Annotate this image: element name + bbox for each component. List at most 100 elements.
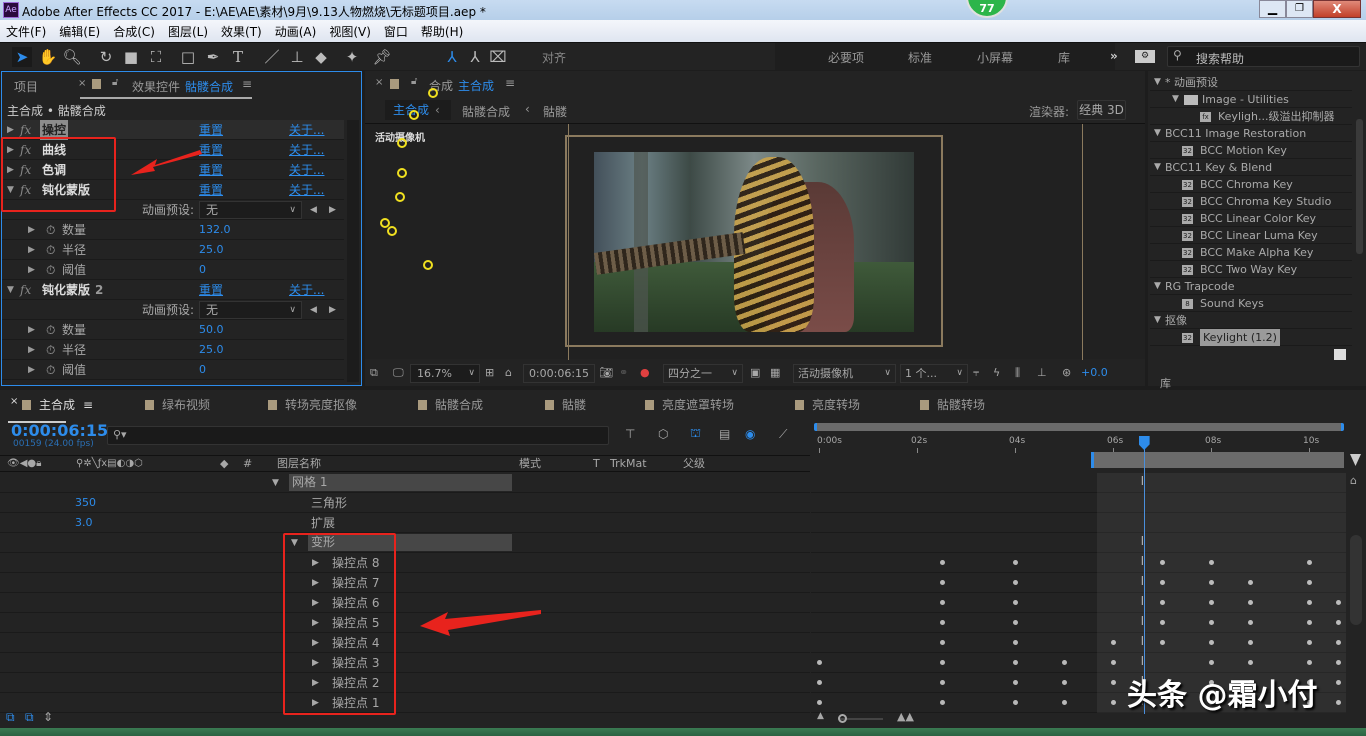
exposure-value[interactable]: +0.0 — [1081, 363, 1108, 383]
param-value[interactable]: 25.0 — [199, 240, 224, 260]
stopwatch-icon[interactable]: ⏱︎ — [46, 320, 55, 340]
reset-exposure-icon[interactable]: ⊛ — [1062, 363, 1071, 383]
menu-view[interactable]: 视图(V) — [323, 20, 378, 40]
notification-badge[interactable]: 77 — [966, 0, 1008, 18]
param-value[interactable]: 0 — [199, 260, 206, 280]
menu-composition[interactable]: 合成(C) — [107, 20, 162, 40]
property-row[interactable]: ▼ 变形 — [0, 533, 810, 553]
channel-icon[interactable]: ● — [640, 363, 650, 383]
zoom-out-icon[interactable]: ▲ — [817, 711, 824, 721]
preset-item[interactable]: 32 BCC Make Alpha Key — [1150, 244, 1352, 261]
close-tab-icon[interactable]: × — [10, 396, 18, 407]
selection-tool-icon[interactable]: ➤ — [12, 47, 32, 67]
menu-edit[interactable]: 编辑(E) — [53, 20, 107, 40]
expand-arrow-icon[interactable]: ▼ — [1154, 74, 1161, 91]
grid-icon[interactable]: ⊞ — [485, 363, 494, 383]
timeline-end-marker[interactable] — [1350, 454, 1361, 466]
keyframe[interactable] — [1062, 700, 1067, 705]
about-link[interactable]: 关于... — [289, 180, 324, 200]
show-snapshot-icon[interactable]: ⚭ — [619, 363, 628, 383]
menu-animation[interactable]: 动画(A) — [269, 20, 324, 40]
collapse-arrow-icon[interactable]: ▼ — [272, 473, 279, 493]
flowchart-icon[interactable]: ⊥ — [1037, 363, 1047, 383]
preset-item[interactable]: ▼ Image - Utilities — [1150, 91, 1352, 108]
view-axis-icon[interactable]: ⌧ — [488, 47, 508, 67]
comp-viewer[interactable]: 活动摄像机 — [365, 88, 1145, 360]
param-value[interactable]: 25.0 — [199, 340, 224, 360]
timeline-tab[interactable]: × 主合成 ≡ — [10, 396, 93, 413]
param-value[interactable]: 0 — [199, 360, 206, 380]
keyframe[interactable] — [1013, 560, 1018, 565]
pan-behind-tool-icon[interactable]: ⛶ — [146, 47, 166, 67]
panel-menu-icon[interactable]: ≡ — [505, 76, 515, 90]
puppet-pin[interactable] — [387, 226, 397, 236]
expand-arrow-icon[interactable]: ▼ — [1172, 91, 1179, 108]
param-value[interactable]: 132.0 — [199, 220, 231, 240]
keyframe[interactable] — [939, 600, 945, 605]
timeline-icon[interactable]: ⫼ — [1015, 363, 1020, 383]
reset-link[interactable]: 重置 — [199, 120, 223, 140]
collapse-arrow-icon[interactable]: ▼ — [7, 280, 14, 300]
brush-tool-icon[interactable]: ／ — [262, 47, 282, 67]
toggle-modes-icon[interactable]: ⧉ — [25, 710, 34, 725]
about-link[interactable]: 关于... — [289, 140, 324, 160]
keyframe[interactable] — [1013, 680, 1018, 685]
puppet-pin-row[interactable]: ▶ 操控点 2 — [0, 673, 810, 693]
preset-group[interactable]: ▼ BCC11 Key & Blend — [1150, 159, 1352, 176]
param-row[interactable]: ▶ ⏱︎ 阈值 0 — [2, 260, 344, 280]
property-value[interactable]: 350 — [75, 493, 96, 513]
hand-tool-icon[interactable]: ✋ — [38, 47, 58, 67]
menu-window[interactable]: 窗口 — [378, 20, 415, 40]
preset-item[interactable]: 32 BCC Linear Luma Key — [1150, 227, 1352, 244]
workspace-more-button[interactable]: » — [1110, 49, 1118, 63]
keyframe[interactable] — [939, 580, 945, 585]
reset-link[interactable]: 重置 — [199, 180, 223, 200]
close-tab-icon[interactable]: × — [78, 78, 86, 89]
breadcrumb-item[interactable]: 骷髅合成 — [462, 103, 510, 120]
about-link[interactable]: 关于... — [289, 160, 324, 180]
comp-button-icon[interactable]: ⌂ — [1350, 474, 1357, 487]
property-row[interactable]: 350 三角形 — [0, 493, 810, 513]
shy-layers-icon[interactable]: ⛫ — [690, 426, 701, 442]
renderer-button[interactable]: 经典 3D — [1077, 100, 1126, 120]
param-row[interactable]: ▶ ⏱︎ 数量 50.0 — [2, 320, 344, 340]
new-preset-icon[interactable] — [1334, 349, 1346, 360]
layer-search-input[interactable]: ⚲▾ — [107, 426, 609, 445]
preset-item[interactable]: 8 Sound Keys — [1150, 295, 1352, 312]
comp-flowchart-icon[interactable]: ⊤ — [625, 427, 635, 441]
close-tab-icon[interactable]: × — [375, 77, 383, 88]
layer-bar-range[interactable] — [1091, 452, 1344, 468]
timeline-tab[interactable]: 绿布视频 — [145, 396, 210, 413]
keyframe[interactable] — [817, 700, 822, 705]
zoom-in-icon[interactable]: ▲▲ — [897, 710, 914, 723]
timeline-zoom-slider[interactable] — [838, 714, 883, 723]
timeline-tab[interactable]: 亮度遮罩转场 — [645, 396, 734, 413]
work-area-bar[interactable] — [814, 423, 1344, 431]
keyframe[interactable] — [1062, 660, 1067, 665]
timeline-tab[interactable]: 骷髅转场 — [920, 396, 985, 413]
current-time-button[interactable]: 0:00:06:15 — [523, 364, 595, 383]
minimize-button[interactable]: ▁ — [1259, 0, 1286, 18]
monitor-icon[interactable]: 🖵︎ — [393, 363, 404, 383]
keyframe[interactable] — [1013, 620, 1018, 625]
library-tab[interactable]: 库 — [1160, 375, 1171, 391]
preset-item[interactable]: fx Keyligh...级溢出抑制器 — [1150, 108, 1352, 125]
keyframe[interactable] — [817, 660, 822, 665]
timeline-tab[interactable]: 骷髅 — [545, 396, 586, 413]
puppet-pin[interactable] — [428, 88, 438, 98]
column-layer-name[interactable]: 图层名称 — [277, 456, 321, 472]
preset-item[interactable]: 32 BCC Motion Key — [1150, 142, 1352, 159]
rectangle-tool-icon[interactable]: □ — [178, 47, 198, 67]
prev-preset-icon[interactable]: ◀ — [310, 200, 317, 220]
expand-arrow-icon[interactable]: ▶ — [28, 320, 35, 340]
roto-brush-tool-icon[interactable]: ✦ — [342, 47, 362, 67]
stopwatch-icon[interactable]: ⏱︎ — [46, 260, 55, 280]
preset-dropdown[interactable]: 无 ∨ — [199, 201, 302, 219]
expand-arrow-icon[interactable]: ▶ — [28, 340, 35, 360]
tab-project[interactable]: 项目 — [14, 78, 38, 95]
menu-effect[interactable]: 效果(T) — [215, 20, 269, 40]
about-link[interactable]: 关于... — [289, 120, 324, 140]
keyframe[interactable] — [939, 700, 945, 705]
local-axis-icon[interactable]: ⅄ — [442, 47, 462, 67]
param-row[interactable]: ▶ ⏱︎ 数量 132.0 — [2, 220, 344, 240]
